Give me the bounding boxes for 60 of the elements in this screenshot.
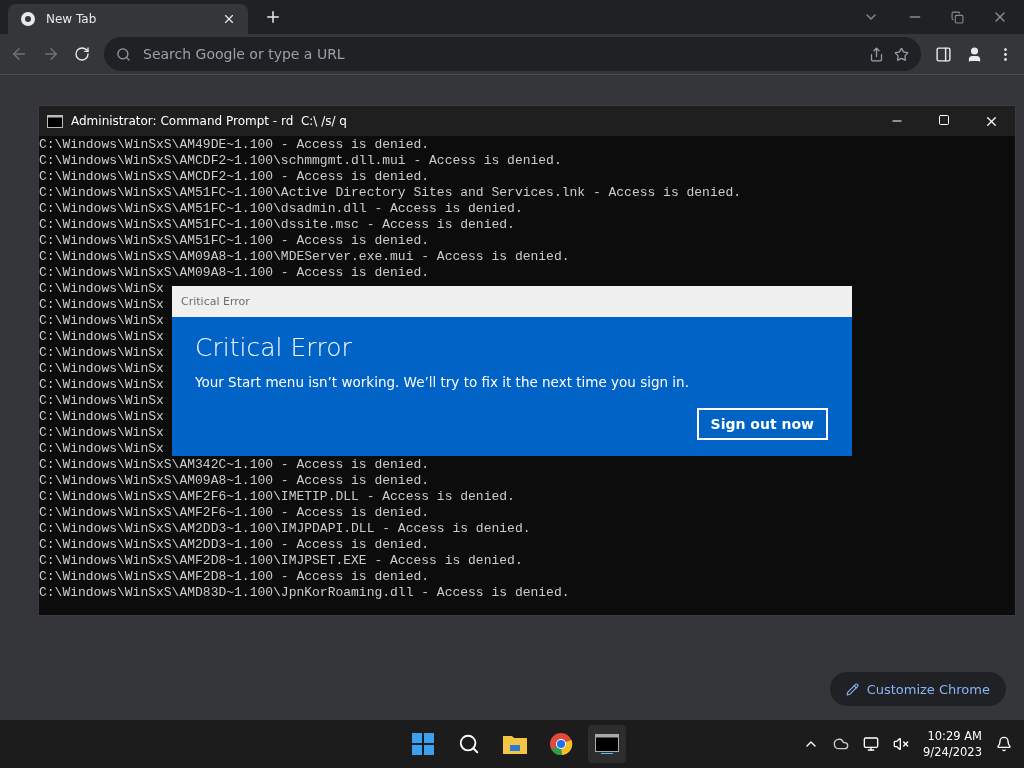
muted-speaker-icon[interactable]	[893, 736, 910, 752]
pencil-icon	[845, 682, 859, 696]
console-line: C:\Windows\WinSxS\AMF2F6~1.100\IMETIP.DLL - Access is denied.	[39, 489, 515, 505]
console-line: C:\Windows\WinSxS\AM51FC~1.100\dssite.msc - Access is denied.	[39, 217, 515, 233]
console-line: C:\Windows\WinSxS\AM2DD3~1.100 - Access is denied.	[39, 537, 430, 553]
restore-icon[interactable]	[951, 10, 964, 24]
side-panel-icon[interactable]	[935, 45, 952, 63]
network-icon[interactable]	[863, 736, 880, 752]
console-line: C:\Windows\WinSxS\AMF2D8~1.100\IMJPSET.EXE - Access is denied.	[39, 553, 523, 569]
search-icon	[116, 46, 131, 62]
date-text: 9/24/2023	[923, 744, 982, 760]
console-line: C:\Windows\WinSxS\AM09A8~1.100 - Access is denied.	[39, 265, 430, 281]
customize-chrome-button[interactable]: Customize Chrome	[829, 672, 1006, 706]
new-tab-icon[interactable]	[264, 8, 282, 26]
terminal-icon[interactable]	[588, 725, 626, 763]
console-line: C:\Windows\WinSxS\AM09A8~1.100\MDEServer.exe.mui - Access is denied.	[39, 249, 570, 265]
console-line: C:\Windows\WinSx	[39, 441, 164, 457]
console-line: C:\Windows\WinSxS\AM51FC~1.100 - Access is denied.	[39, 233, 430, 249]
console-line: C:\Windows\WinSxS\AM2DD3~1.100\IMJPDAPI.DLL - Access is denied.	[39, 521, 531, 537]
console-line: C:\Windows\WinSx	[39, 393, 164, 409]
console-line: C:\Windows\WinSxS\AMF2D8~1.100 - Access is denied.	[39, 569, 430, 585]
console-line: C:\Windows\WinSxS\AMD83D~1.100\JpnKorRoaming.dll - Access is denied.	[39, 585, 570, 601]
console-line: C:\Windows\WinSxS\AM51FC~1.100\dsadmin.dll - Access is denied.	[39, 201, 523, 217]
forward-icon[interactable]	[42, 45, 60, 63]
close-icon[interactable]	[222, 12, 236, 26]
console-line: C:\Windows\WinSx	[39, 425, 164, 441]
terminal-icon	[47, 114, 63, 128]
star-icon[interactable]	[894, 46, 909, 62]
reload-icon[interactable]	[74, 46, 90, 62]
sign-out-button[interactable]: Sign out now	[696, 408, 828, 440]
dialog-message: Your Start menu isn’t working. We’ll try to fix it the next time you sign in.	[195, 374, 690, 390]
dialog-title: Critical Error	[181, 295, 250, 308]
console-line: C:\Windows\WinSxS\AM342C~1.100 - Access is denied.	[39, 457, 430, 473]
console-line: C:\Windows\WinSx	[39, 281, 164, 297]
clock[interactable]: 10:29 AM 9/24/2023	[923, 728, 982, 760]
console-line: C:\Windows\WinSxS\AM09A8~1.100 - Access is denied.	[39, 473, 430, 489]
profile-icon[interactable]	[966, 45, 983, 63]
console-line: C:\Windows\WinSx	[39, 377, 164, 393]
share-icon[interactable]	[869, 46, 884, 62]
console-line: C:\Windows\WinSx	[39, 361, 164, 377]
console-line: C:\Windows\WinSxS\AMCDF2~1.100\schmmgmt.dll.mui - Access is denied.	[39, 153, 562, 169]
browser-tab[interactable]: New Tab	[8, 4, 248, 34]
console-line: C:\Windows\WinSxS\AM49DE~1.100 - Access is denied.	[39, 137, 430, 153]
address-bar[interactable]: Search Google or type a URL	[104, 37, 921, 71]
console-line: C:\Windows\WinSxS\AMF2F6~1.100 - Access is denied.	[39, 505, 430, 521]
window-title: Administrator: Command Prompt - rd C:\ /s/ q	[71, 114, 348, 128]
console-line: C:\Windows\WinSx	[39, 297, 164, 313]
console-line: C:\Windows\WinSx	[39, 345, 164, 361]
bell-icon[interactable]	[996, 736, 1012, 752]
console-line: C:\Windows\WinSx	[39, 409, 164, 425]
time-text: 10:29 AM	[927, 728, 982, 744]
cloud-icon[interactable]	[833, 736, 850, 752]
maximize-icon[interactable]	[938, 113, 950, 126]
back-icon[interactable]	[10, 45, 28, 63]
console-line: C:\Windows\WinSxS\AMCDF2~1.100 - Access is denied.	[39, 169, 430, 185]
address-field[interactable]: Search Google or type a URL	[141, 45, 859, 63]
console-line: C:\Windows\WinSxS\AM51FC~1.100\Active Directory Sites and Services.lnk - Access is denied.	[39, 185, 742, 201]
console-line: C:\Windows\WinSx	[39, 329, 164, 345]
console-line: C:\Windows\WinSx	[39, 313, 164, 329]
dialog-heading: Critical Error	[195, 333, 353, 362]
